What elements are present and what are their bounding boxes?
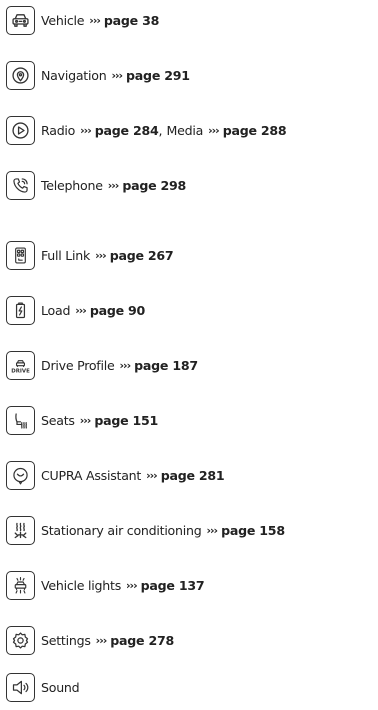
page-reference: page 38 [103, 12, 160, 28]
menu-entry-vehicle-lights: Vehicle lights ››› page 137 [6, 570, 205, 600]
phone-icon [6, 170, 35, 200]
full-link-icon [6, 240, 35, 270]
battery-charge-icon [6, 295, 35, 325]
reference-arrow: ››› [206, 523, 218, 537]
page-reference: page 90 [89, 302, 146, 318]
menu-entry-cupra-assistant: CUPRA Assistant ››› page 281 [6, 460, 225, 490]
reference-arrow: ››› [75, 303, 87, 317]
reference-arrow: ››› [79, 413, 92, 427]
reference-arrow: ››› [95, 248, 107, 262]
page-reference: page 291 [126, 67, 190, 83]
entry-label: Sound [41, 679, 80, 695]
menu-entry-settings: Settings ››› page 278 [6, 625, 174, 655]
page-reference: page 151 [94, 412, 159, 428]
menu-entry-sound: Sound [6, 672, 80, 702]
reference-arrow: ››› [107, 178, 120, 192]
entry-label-media: Media [166, 122, 204, 138]
page-reference: page 187 [134, 357, 198, 373]
drive-profile-icon: DRIVE [6, 350, 35, 380]
entry-label: Navigation [41, 67, 107, 83]
reference-arrow: ››› [111, 68, 123, 82]
page-reference: page 267 [109, 247, 174, 263]
entry-label: Seats [41, 412, 75, 428]
reference-arrow: ››› [208, 123, 220, 137]
menu-entry-full-link: Full Link ››› page 267 [6, 240, 174, 270]
entry-label: Full Link [41, 247, 91, 263]
menu-entry-drive-profile: DRIVE Drive Profile ››› page 187 [6, 350, 198, 380]
page-reference: page 278 [110, 632, 175, 648]
page-reference: page 137 [140, 577, 205, 593]
menu-entry-load: Load ››› page 90 [6, 295, 145, 325]
entry-label: Drive Profile [41, 357, 115, 373]
play-icon [6, 115, 35, 145]
entry-label: Telephone [41, 177, 103, 193]
menu-entry-telephone: Telephone ››› page 298 [6, 170, 186, 200]
entry-label: CUPRA Assistant [41, 467, 142, 483]
entry-label: Vehicle lights [41, 577, 122, 593]
page-reference-media: page 288 [222, 122, 287, 138]
menu-entry-navigation: Navigation ››› page 291 [6, 60, 190, 90]
entry-label: Stationary air conditioning [41, 522, 202, 538]
reference-arrow: ››› [80, 123, 92, 137]
speaker-icon [6, 672, 35, 702]
svg-text:DRIVE: DRIVE [11, 368, 30, 374]
location-pin-icon [6, 60, 35, 90]
page-reference: page 284 [94, 122, 159, 138]
reference-arrow: ››› [126, 578, 138, 592]
page-reference: page 281 [160, 467, 225, 483]
vehicle-lights-icon [6, 570, 35, 600]
car-icon [6, 5, 35, 35]
seat-heating-icon [6, 405, 35, 435]
reference-arrow: ››› [89, 13, 101, 27]
reference-arrow: ››› [119, 358, 132, 372]
reference-arrow: ››› [146, 468, 158, 482]
settings-gear-icon [6, 625, 35, 655]
reference-arrow: ››› [95, 633, 108, 647]
stationary-air-conditioning-icon [6, 515, 35, 545]
menu-entry-seats: Seats ››› page 151 [6, 405, 158, 435]
entry-label: Radio [41, 122, 76, 138]
entry-label: Settings [41, 632, 91, 648]
menu-entry-vehicle: Vehicle ››› page 38 [6, 5, 159, 35]
assistant-icon [6, 460, 35, 490]
entry-label: Vehicle [41, 12, 85, 28]
entry-label: Load [41, 302, 71, 318]
separator-comma: , [158, 122, 163, 138]
page-reference: page 298 [122, 177, 187, 193]
menu-entry-radio-media: Radio ››› page 284 , Media ››› page 288 [6, 115, 287, 145]
menu-entry-stationary-air-conditioning: Stationary air conditioning ››› page 158 [6, 515, 285, 545]
page-reference: page 158 [221, 522, 285, 538]
